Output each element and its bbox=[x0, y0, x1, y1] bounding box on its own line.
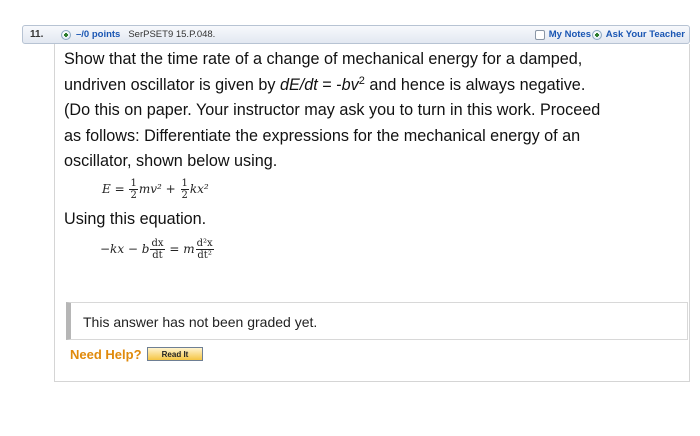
eq1-frac2-den: 2 bbox=[181, 190, 188, 201]
read-it-button[interactable]: Read It bbox=[147, 347, 203, 361]
ask-teacher-plus-icon[interactable] bbox=[591, 29, 602, 40]
eq1-frac1-den: 2 bbox=[130, 190, 137, 201]
question-text: Show that the time rate of a change of m… bbox=[64, 47, 684, 175]
expand-plus-icon[interactable] bbox=[61, 29, 71, 40]
points-group: –/0 points SerPSET9 15.P.048. bbox=[61, 29, 215, 40]
question-number: 11. bbox=[30, 29, 44, 40]
my-notes-link[interactable]: My Notes bbox=[549, 29, 591, 40]
eq1-frac1-num: 1 bbox=[129, 178, 138, 190]
eq2-dx-dt: dx dt bbox=[150, 238, 165, 261]
answer-status-text: This answer has not been graded yet. bbox=[83, 314, 318, 330]
ask-teacher-group: Ask Your Teacher bbox=[591, 29, 685, 40]
question-line-5: oscillator, shown below using. bbox=[64, 152, 278, 170]
using-equation-text: Using this equation. bbox=[64, 210, 207, 228]
expr-equals: = - bbox=[317, 75, 342, 94]
notes-checkbox-icon[interactable] bbox=[534, 29, 545, 40]
eq1-frac2-num: 1 bbox=[180, 178, 189, 190]
question-line-2-post: and hence is always negative. bbox=[364, 75, 586, 94]
points-link[interactable]: –/0 points bbox=[76, 29, 120, 40]
eq2-frac2-num: d²x bbox=[195, 238, 214, 250]
question-source: SerPSET9 15.P.048. bbox=[128, 29, 216, 40]
eq1-term2: kx² bbox=[189, 182, 209, 196]
eq1-lhs: E = bbox=[102, 182, 125, 196]
energy-equation: E = 1 2 mv² + 1 2 kx² bbox=[102, 178, 209, 201]
expr-bv: bv bbox=[341, 75, 359, 94]
motion-equation: −kx − b dx dt = m d²x dt² bbox=[100, 238, 215, 261]
eq2-mid: = m bbox=[169, 242, 195, 256]
question-line-2-pre: undriven oscillator is given by bbox=[64, 75, 280, 94]
question-line-3: (Do this on paper. Your instructor may a… bbox=[64, 101, 601, 119]
question-line-1: Show that the time rate of a change of m… bbox=[64, 50, 583, 68]
my-notes-group: My Notes bbox=[534, 29, 591, 40]
eq2-frac1-num: dx bbox=[150, 238, 165, 250]
need-help-label: Need Help? bbox=[70, 347, 142, 362]
question-line-4: as follows: Differentiate the expression… bbox=[64, 126, 581, 145]
eq2-frac2-den: dt² bbox=[197, 250, 212, 261]
ask-teacher-link[interactable]: Ask Your Teacher bbox=[606, 29, 685, 40]
eq2-frac1-den: dt bbox=[152, 250, 163, 261]
eq2-d2x-dt2: d²x dt² bbox=[195, 238, 214, 261]
eq2-lhs: −kx − b bbox=[100, 242, 150, 256]
question-line-2: undriven oscillator is given by dE/dt = … bbox=[64, 73, 684, 99]
eq1-term1: mv² + bbox=[138, 182, 176, 196]
answer-status-box: This answer has not been graded yet. bbox=[66, 302, 688, 340]
eq1-half-1: 1 2 bbox=[129, 178, 138, 201]
eq1-half-2: 1 2 bbox=[180, 178, 189, 201]
expr-de-dt: dE/dt bbox=[279, 75, 318, 94]
question-header-bar: 11. –/0 points SerPSET9 15.P.048. My Not… bbox=[22, 25, 690, 44]
